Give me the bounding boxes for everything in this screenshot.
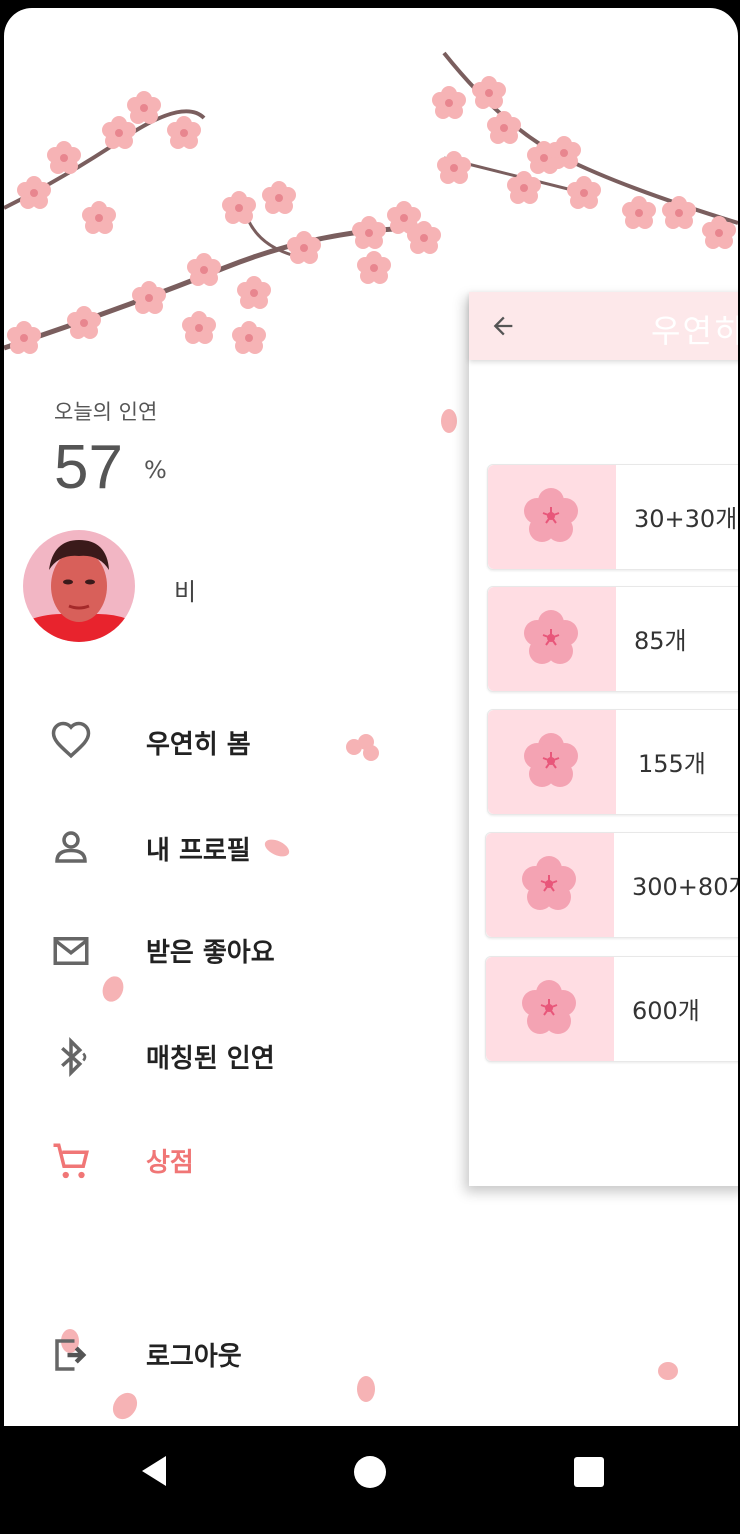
- cherry-blossom-icon: [524, 733, 578, 787]
- shop-panel: 우연히 30+30개 85개 155개 300+80 600개: [469, 292, 738, 1186]
- avatar[interactable]: [23, 530, 135, 642]
- shop-item[interactable]: 600개: [485, 956, 738, 1062]
- cart-icon: [53, 1143, 89, 1179]
- shop-panel-header: 우연히: [469, 292, 738, 360]
- cherry-blossom-icon: [522, 980, 576, 1034]
- petal-decoration: [346, 734, 379, 761]
- match-percent-unit: %: [144, 456, 167, 484]
- arrow-back-icon[interactable]: [489, 312, 517, 340]
- shop-item-thumbnail: [488, 587, 616, 691]
- nav-back-icon[interactable]: [138, 1454, 170, 1488]
- petal-decoration: [264, 839, 290, 857]
- mail-icon: [53, 937, 89, 965]
- shop-item-thumbnail: [488, 710, 616, 814]
- shop-item-label: 85개: [634, 627, 687, 655]
- shop-item-thumbnail: [488, 465, 616, 569]
- shop-item[interactable]: 155개: [487, 709, 738, 815]
- menu-item-shop[interactable]: 상점: [146, 1142, 194, 1179]
- shop-item-label: 155개: [638, 750, 706, 778]
- username: 비: [174, 578, 197, 606]
- person-icon: [55, 831, 87, 863]
- shop-item[interactable]: 85개: [487, 586, 738, 692]
- cherry-blossom-icon: [522, 856, 576, 910]
- menu-item-matches[interactable]: 매칭된 인연: [146, 1038, 275, 1075]
- menu-item-spring[interactable]: 우연히 봄: [146, 724, 251, 761]
- petal-decoration: [658, 1362, 678, 1380]
- logout-button[interactable]: 로그아웃: [146, 1336, 242, 1373]
- shop-item[interactable]: 300+80개: [485, 832, 738, 938]
- heart-icon: [51, 721, 91, 759]
- shop-item-thumbnail: [486, 833, 614, 937]
- petal-decoration: [357, 1376, 375, 1402]
- app-window: 우연히 30+30개 85개 155개 300+80 600개 오늘의 인연 5…: [4, 8, 738, 1426]
- petal-decoration: [441, 409, 457, 433]
- shop-item-label: 300+80개: [632, 873, 738, 901]
- avatar-image: [23, 530, 135, 642]
- phone-screen: 우연히 30+30개 85개 155개 300+80 600개 오늘의 인연 5…: [0, 0, 740, 1534]
- menu-item-likes[interactable]: 받은 좋아요: [146, 932, 275, 969]
- shop-item-thumbnail: [486, 957, 614, 1061]
- match-percent-value: 57: [54, 433, 123, 502]
- nav-home-icon[interactable]: [354, 1456, 386, 1488]
- logout-icon: [55, 1339, 87, 1371]
- cherry-blossom-icon: [524, 610, 578, 664]
- shop-panel-title: 우연히: [651, 312, 738, 350]
- shop-item[interactable]: 30+30개: [487, 464, 738, 570]
- today-match-label: 오늘의 인연: [54, 400, 158, 424]
- nav-recent-icon[interactable]: [574, 1457, 604, 1487]
- petal-decoration: [112, 1392, 138, 1420]
- menu-item-profile[interactable]: 내 프로필: [146, 830, 251, 867]
- cherry-blossom-icon: [524, 488, 578, 542]
- shop-item-label: 30+30개: [634, 505, 738, 533]
- petal-decoration: [102, 976, 124, 1002]
- bluetooth-icon: [61, 1037, 87, 1077]
- shop-item-label: 600개: [632, 997, 700, 1025]
